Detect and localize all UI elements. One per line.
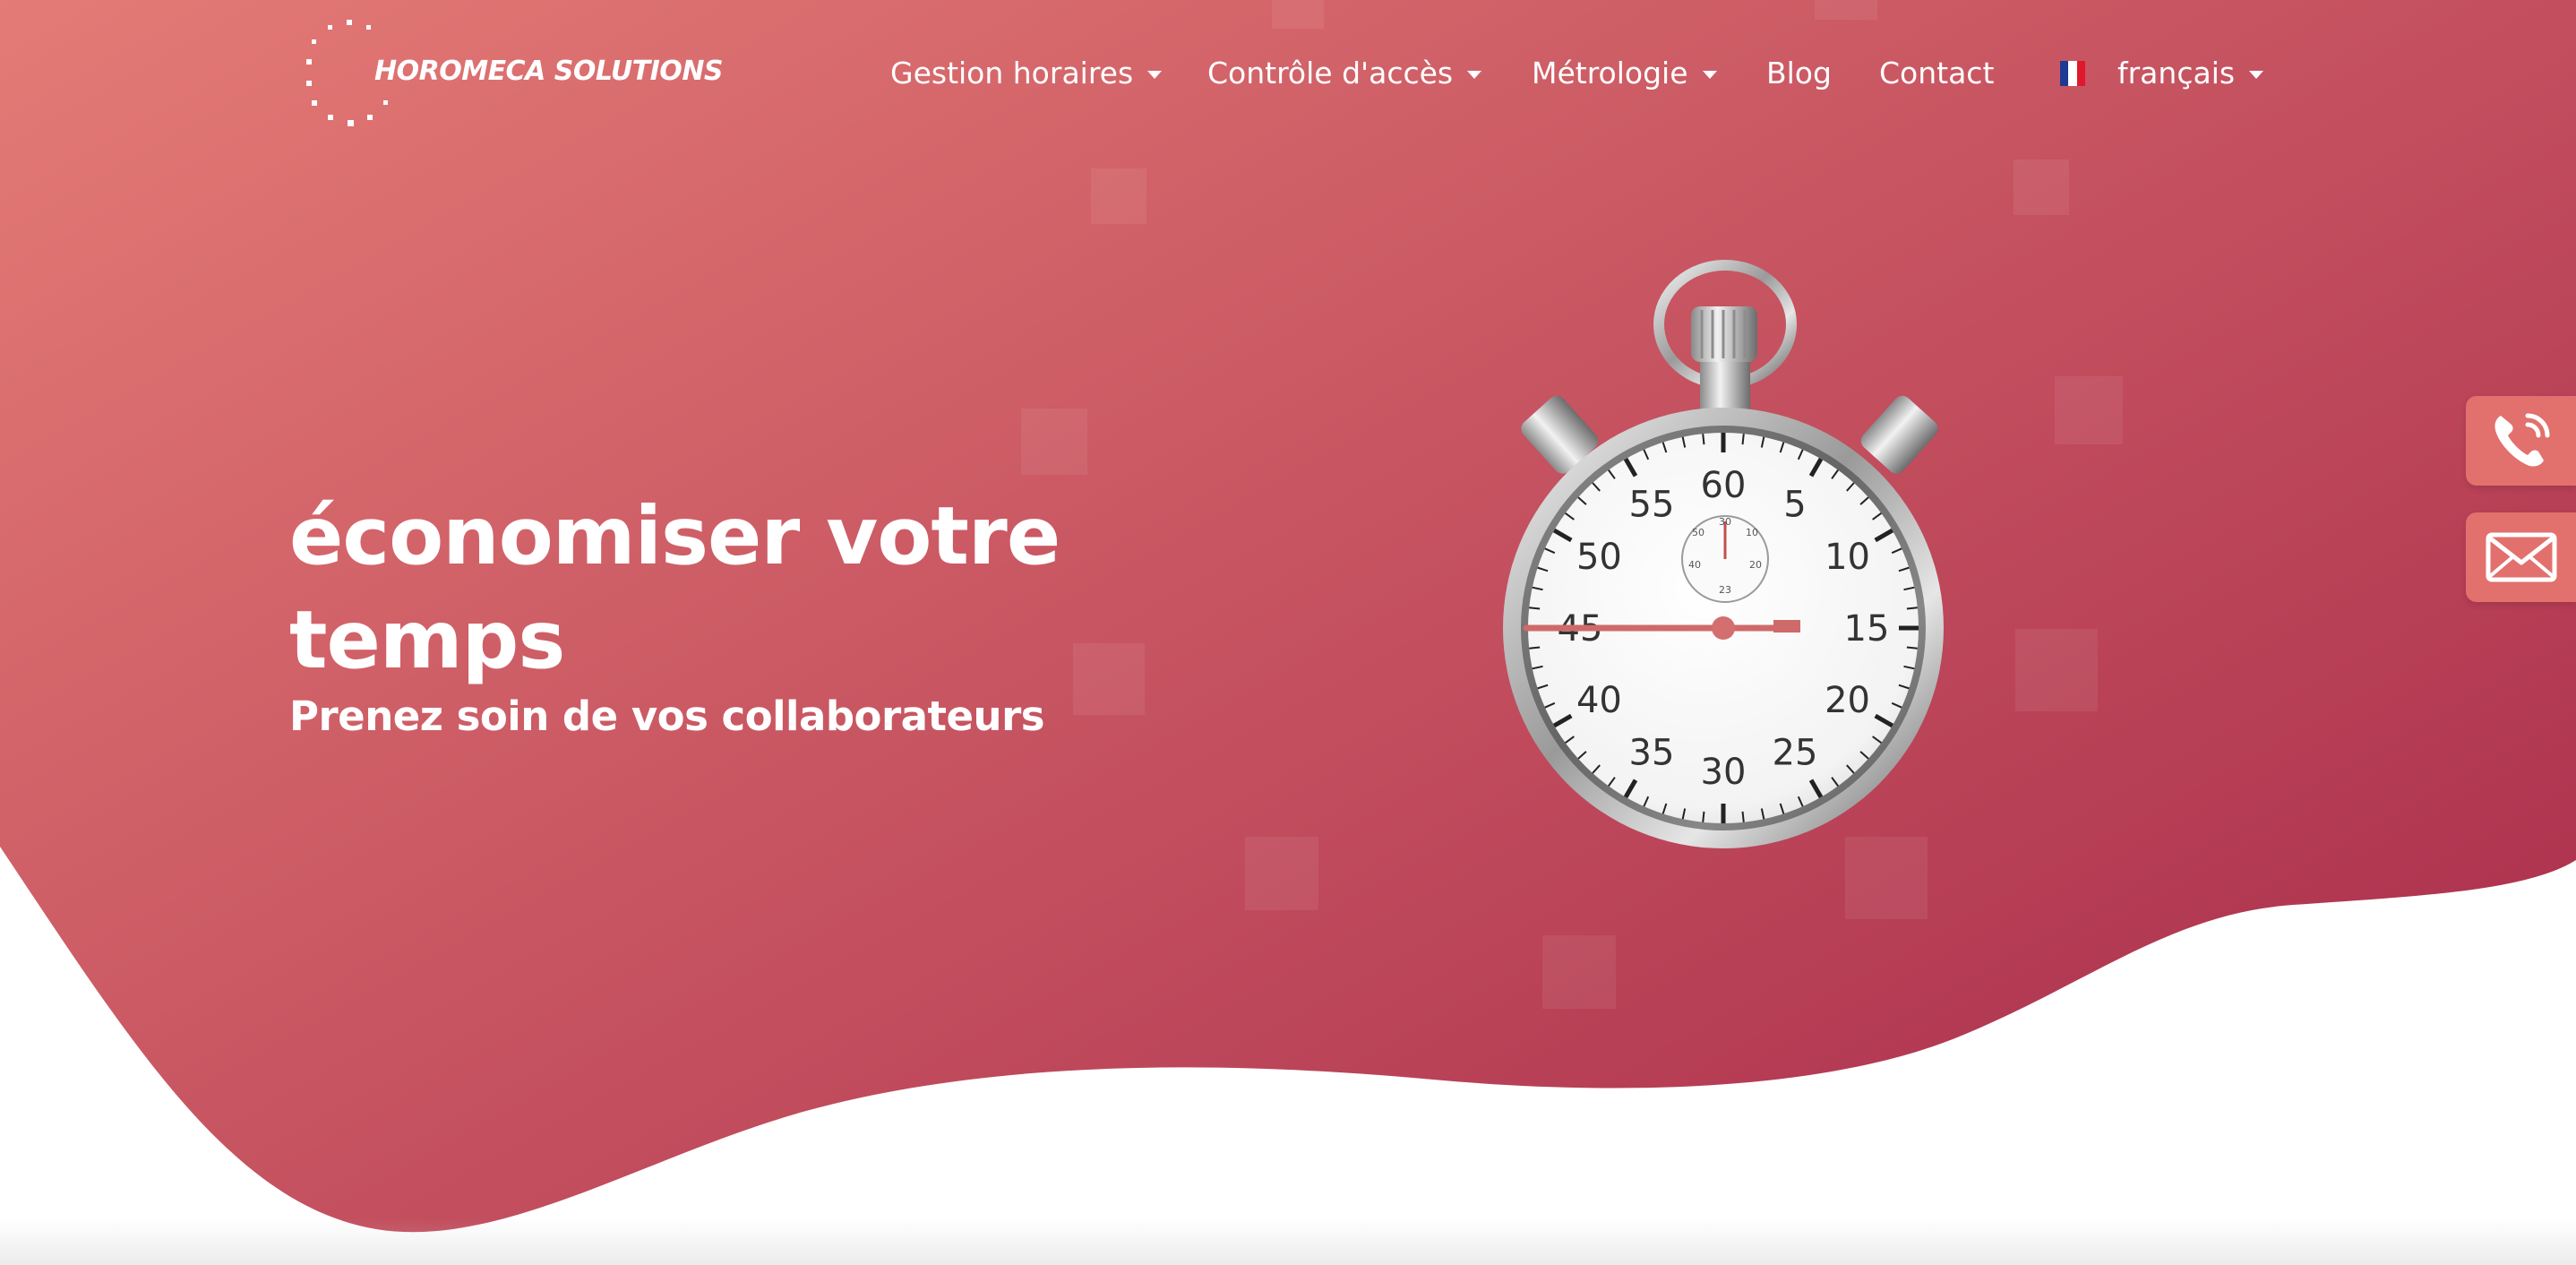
stopwatch-subdial-number: 20	[1749, 559, 1762, 571]
nav-item-label: Gestion horaires	[890, 56, 1134, 90]
decorative-square	[1815, 0, 1877, 20]
stopwatch-hand-tip	[1773, 620, 1800, 632]
nav-item-metrologie[interactable]: Métrologie	[1532, 56, 1717, 90]
decorative-square	[1542, 935, 1616, 1009]
stopwatch-dial-number: 35	[1629, 733, 1675, 774]
nav-item-blog[interactable]: Blog	[1766, 56, 1832, 90]
decorative-square	[1272, 0, 1324, 29]
nav-item-label: Blog	[1766, 56, 1832, 90]
stopwatch-subdial-number: 30	[1719, 516, 1731, 528]
caret-down-icon	[1467, 71, 1482, 79]
caret-down-icon	[1147, 71, 1163, 79]
stopwatch-tick	[1702, 434, 1705, 445]
stopwatch-subdial-number: 50	[1692, 527, 1704, 538]
stopwatch-tick	[1906, 607, 1918, 610]
france-flag-icon	[2060, 60, 2085, 86]
phone-button[interactable]	[2466, 396, 2576, 486]
stopwatch-tick	[1529, 646, 1541, 650]
hero-title-line2: temps	[289, 593, 565, 686]
decorative-square	[2014, 159, 2069, 215]
language-selector[interactable]: français	[2060, 56, 2264, 90]
language-label: français	[2117, 56, 2236, 90]
logo[interactable]: HOROMECA SOLUTIONS	[296, 18, 726, 134]
stopwatch-tick	[1702, 811, 1705, 822]
stopwatch-dial-number: 60	[1701, 465, 1747, 506]
stopwatch-dial-number: 50	[1576, 537, 1622, 578]
decorative-square	[2055, 376, 2123, 444]
stopwatch-dial-number: 55	[1629, 484, 1675, 525]
stopwatch-dial-number: 30	[1701, 752, 1747, 793]
logo-text: HOROMECA SOLUTIONS	[374, 56, 724, 87]
stopwatch-dial-number: 40	[1576, 680, 1622, 721]
nav-item-label: Contact	[1879, 56, 1995, 90]
caret-down-icon	[2249, 71, 2264, 79]
nav-item-gestion-horaires[interactable]: Gestion horaires	[890, 56, 1163, 90]
bottom-fade	[0, 1218, 2576, 1265]
stopwatch-dial-number: 10	[1825, 537, 1870, 578]
stopwatch-hand-pivot	[1712, 616, 1735, 640]
stopwatch-dial-number: 25	[1773, 733, 1818, 774]
nav-item-contact[interactable]: Contact	[1879, 56, 1994, 90]
hero-title-line1: économiser votre	[289, 489, 1060, 582]
stopwatch-subdial-number: 10	[1746, 527, 1758, 538]
stopwatch-illustration: 301020234050 60 510152025303540455055	[1503, 260, 1944, 848]
stopwatch-subdial-number: 23	[1719, 584, 1731, 596]
hero-title: économiser votre temps	[289, 484, 1060, 692]
stopwatch-dial-number: 15	[1844, 608, 1890, 650]
stopwatch-tick	[1741, 434, 1745, 445]
decorative-square	[2015, 629, 2098, 711]
decorative-square	[1091, 168, 1146, 224]
nav-item-label: Contrôle d'accès	[1207, 56, 1454, 90]
stopwatch-dial-number: 20	[1825, 680, 1870, 721]
hero-subtitle: Prenez soin de vos collaborateurs	[289, 693, 1045, 740]
decorative-square	[1021, 409, 1087, 475]
phone-icon	[2494, 413, 2549, 467]
mail-icon	[2486, 532, 2556, 582]
nav-item-controle-acces[interactable]: Contrôle d'accès	[1207, 56, 1482, 90]
nav-item-label: Métrologie	[1532, 56, 1688, 90]
stopwatch-tick	[1741, 811, 1745, 822]
decorative-square	[1073, 643, 1145, 715]
stopwatch-subdial-number: 40	[1688, 559, 1701, 571]
stopwatch-dial-number: 5	[1783, 484, 1806, 525]
mail-button[interactable]	[2466, 512, 2576, 602]
stopwatch-tick	[1906, 646, 1918, 650]
stopwatch-stem	[1700, 362, 1750, 414]
caret-down-icon	[1702, 71, 1717, 79]
stopwatch-tick	[1529, 607, 1541, 610]
decorative-square	[1245, 837, 1318, 910]
hero-text: économiser votre temps Prenez soin de vo…	[289, 484, 1060, 742]
